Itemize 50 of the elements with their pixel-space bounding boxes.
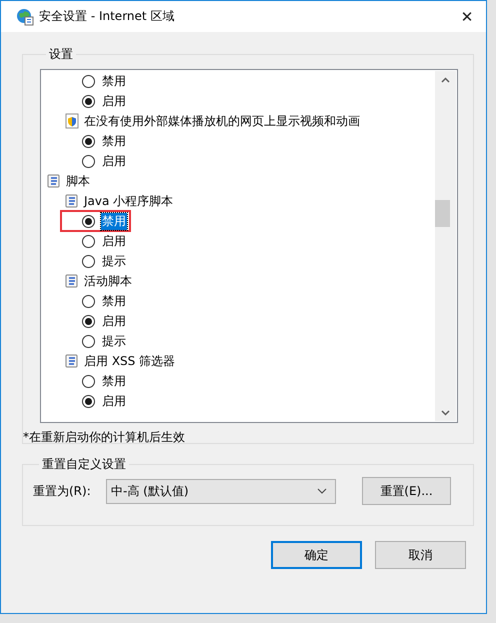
scrollbar[interactable] xyxy=(435,71,456,421)
window-title: 安全设置 - Internet 区域 xyxy=(39,8,176,25)
option-label[interactable]: 启用 xyxy=(101,152,127,170)
script-icon xyxy=(64,193,80,209)
radio-button[interactable] xyxy=(82,374,95,388)
option-label[interactable]: 提示 xyxy=(101,332,127,350)
option-label[interactable]: 启用 xyxy=(101,312,127,330)
scroll-down-icon[interactable] xyxy=(441,410,450,416)
setting-label: 脚本 xyxy=(66,172,90,190)
dialog-button[interactable]: 确定 xyxy=(271,541,362,569)
script-icon xyxy=(64,273,80,289)
chevron-down-icon[interactable] xyxy=(317,488,327,494)
radio-button[interactable] xyxy=(82,214,95,228)
radio-button[interactable] xyxy=(82,294,95,308)
option-label[interactable]: 禁用 xyxy=(101,372,127,390)
group-title: 重置自定义设置 xyxy=(41,456,127,473)
close-button[interactable]: ✕ xyxy=(452,2,482,32)
option-label[interactable]: 禁用 xyxy=(101,72,127,90)
radio-button[interactable] xyxy=(82,234,95,248)
option-label[interactable]: 禁用 xyxy=(101,292,127,310)
scroll-thumb[interactable] xyxy=(435,200,450,227)
scroll-up-icon[interactable] xyxy=(441,77,450,83)
globe-icon xyxy=(16,8,34,26)
option-label[interactable]: 禁用 xyxy=(101,132,127,150)
script-icon xyxy=(64,353,80,369)
option-label[interactable]: 启用 xyxy=(101,392,127,410)
option-label[interactable]: 启用 xyxy=(101,232,127,250)
setting-label: 在没有使用外部媒体播放机的网页上显示视频和动画 xyxy=(84,112,360,130)
radio-button[interactable] xyxy=(82,334,95,348)
dialog-button[interactable]: 取消 xyxy=(375,541,466,569)
radio-button[interactable] xyxy=(82,314,95,328)
restart-note: *在重新启动你的计算机后生效 xyxy=(23,429,186,446)
script-icon xyxy=(46,173,62,189)
setting-label: Java 小程序脚本 xyxy=(84,192,174,210)
option-label[interactable]: 提示 xyxy=(101,252,127,270)
radio-button[interactable] xyxy=(82,74,95,88)
radio-button[interactable] xyxy=(82,254,95,268)
reset-label: 重置为(R): xyxy=(33,482,92,500)
radio-button[interactable] xyxy=(82,134,95,148)
option-label[interactable]: 禁用 xyxy=(101,212,127,230)
radio-button[interactable] xyxy=(82,94,95,108)
radio-button[interactable] xyxy=(82,154,95,168)
shield-document-icon xyxy=(64,113,80,129)
radio-button[interactable] xyxy=(82,394,95,408)
reset-button[interactable]: 重置(E)... xyxy=(362,477,451,505)
setting-label: 启用 XSS 筛选器 xyxy=(84,352,176,370)
setting-label: 活动脚本 xyxy=(84,272,132,290)
option-label[interactable]: 启用 xyxy=(101,92,127,110)
group-title: 设置 xyxy=(48,46,74,63)
level-dropdown[interactable]: 中-高 (默认值) xyxy=(106,478,336,504)
